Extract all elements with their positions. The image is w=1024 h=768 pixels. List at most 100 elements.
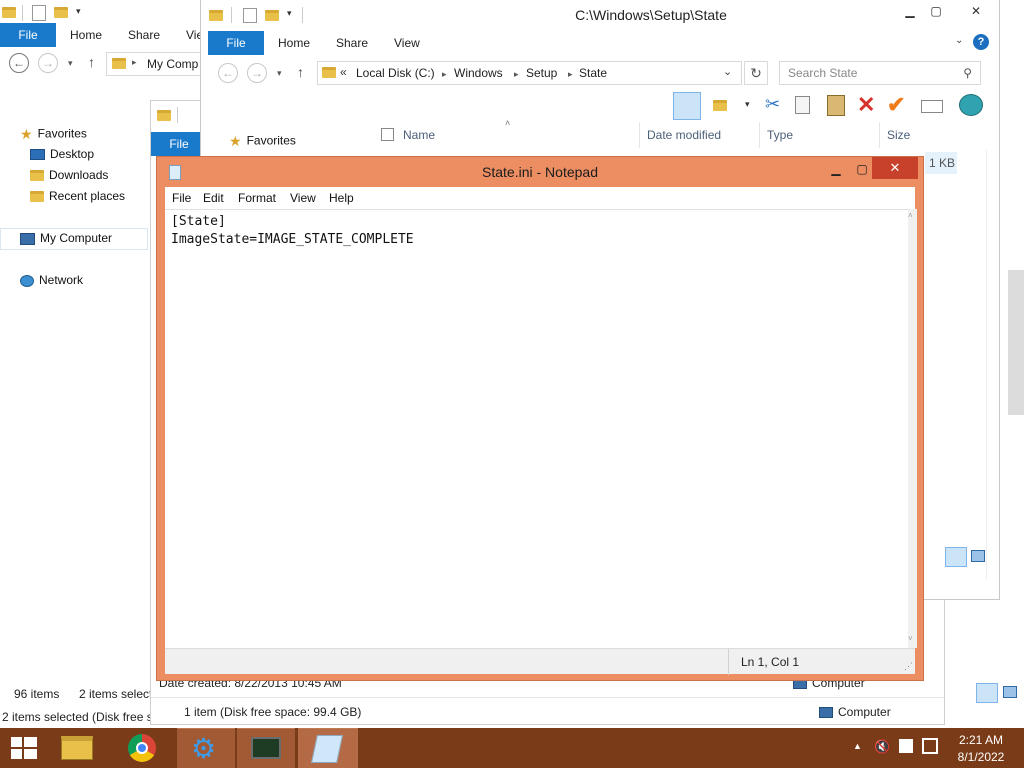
breadcrumb[interactable]: My Comp	[147, 57, 198, 71]
column-divider[interactable]	[879, 122, 880, 148]
folder-options-icon[interactable]	[713, 100, 727, 111]
large-icons-view-icon[interactable]	[1003, 686, 1017, 698]
breadcrumb-windows[interactable]: Windows	[454, 66, 503, 80]
breadcrumb-separator-icon[interactable]: ▸	[568, 69, 573, 80]
column-type[interactable]: Type	[767, 128, 793, 142]
folder-icon[interactable]	[209, 10, 223, 21]
tab-home[interactable]: Home	[278, 31, 310, 55]
column-name[interactable]: Name	[403, 128, 435, 142]
large-icons-view-icon[interactable]	[971, 550, 985, 562]
nav-recent-places[interactable]: Recent places	[30, 189, 125, 203]
new-folder-icon[interactable]	[265, 10, 279, 21]
minimize-button[interactable]: ▁	[823, 159, 849, 181]
tab-file[interactable]: File	[151, 132, 207, 156]
rename-icon[interactable]	[921, 100, 943, 113]
search-input[interactable]: Search State ⚲	[779, 61, 981, 85]
properties-icon[interactable]	[243, 8, 257, 23]
menu-edit[interactable]: Edit	[203, 191, 224, 205]
layout-pane-icon[interactable]	[673, 92, 701, 120]
scroll-down-icon[interactable]: ˅	[908, 634, 913, 643]
nav-network[interactable]: Network	[20, 273, 83, 287]
recent-locations-icon[interactable]: ▾	[68, 58, 73, 69]
resize-grip-icon[interactable]: ⋰	[904, 661, 913, 672]
network-globe-icon[interactable]	[959, 94, 983, 116]
title-bar[interactable]: ▾ C:\Windows\Setup\State ▁ ▢ ✕	[201, 0, 999, 30]
notepad-vertical-scrollbar[interactable]: ˄ ˅	[908, 209, 917, 648]
notepad-text-area[interactable]: [State] ImageState=IMAGE_STATE_COMPLETE	[165, 209, 908, 648]
copy-icon[interactable]	[795, 96, 810, 114]
folder-options-dropdown-icon[interactable]: ▾	[745, 99, 750, 110]
expand-ribbon-icon[interactable]: ⌄	[955, 35, 963, 46]
menu-file[interactable]: File	[172, 191, 191, 205]
tab-view[interactable]: View	[394, 31, 420, 55]
maximize-button[interactable]: ▢	[919, 0, 953, 22]
vertical-scrollbar[interactable]	[986, 150, 998, 580]
taskbar-task-manager[interactable]	[237, 728, 295, 768]
qat-dropdown-icon[interactable]: ▾	[287, 8, 292, 19]
column-divider[interactable]	[759, 122, 760, 148]
address-bar[interactable]: « Local Disk (C:) ▸ Windows ▸ Setup ▸ St…	[317, 61, 742, 85]
network-status-icon[interactable]	[922, 738, 938, 754]
back-button[interactable]: ←	[218, 63, 238, 83]
back-button[interactable]: ←	[9, 53, 29, 73]
select-all-checkbox[interactable]	[381, 128, 394, 141]
tab-share[interactable]: Share	[128, 23, 160, 47]
column-divider[interactable]	[639, 122, 640, 148]
checkmark-icon[interactable]: ✔	[887, 92, 905, 118]
folder-icon[interactable]	[2, 7, 16, 18]
address-dropdown-icon[interactable]: ⌄	[723, 65, 732, 78]
tab-file[interactable]: File	[208, 31, 264, 55]
folder-icon[interactable]	[157, 110, 171, 121]
breadcrumb-local-disk[interactable]: Local Disk (C:)	[356, 66, 435, 80]
refresh-icon[interactable]: ↻	[744, 61, 768, 85]
recent-locations-icon[interactable]: ▾	[277, 68, 282, 79]
menu-help[interactable]: Help	[329, 191, 354, 205]
taskbar-chrome[interactable]	[114, 728, 172, 768]
favorites-nav[interactable]: ★ Favorites	[229, 133, 296, 150]
up-icon[interactable]: ↑	[88, 54, 95, 70]
column-size[interactable]: Size	[887, 128, 910, 142]
taskbar-settings[interactable]: ⚙	[177, 728, 235, 768]
paste-icon[interactable]	[827, 95, 845, 116]
forward-button[interactable]: →	[247, 63, 267, 83]
close-button[interactable]: ✕	[872, 157, 918, 179]
nav-desktop[interactable]: Desktop	[30, 147, 94, 161]
help-icon[interactable]: ?	[973, 34, 989, 50]
taskbar-file-explorer[interactable]	[48, 728, 106, 768]
breadcrumb-setup[interactable]: Setup	[526, 66, 557, 80]
volume-muted-icon[interactable]: 🔇	[874, 739, 890, 755]
show-hidden-icons-icon[interactable]: ▲	[853, 741, 862, 751]
notepad-title-bar[interactable]: State.ini - Notepad ▁ ▢ ✕	[157, 157, 923, 187]
scroll-up-icon[interactable]: ˄	[908, 211, 913, 220]
breadcrumb-state[interactable]: State	[579, 66, 607, 80]
nav-pane-border	[0, 228, 148, 250]
delete-icon[interactable]: ✕	[857, 92, 875, 118]
tab-home[interactable]: Home	[70, 23, 102, 47]
breadcrumb-separator-icon[interactable]: ▸	[514, 69, 519, 80]
nav-favorites[interactable]: ★ Favorites	[20, 126, 87, 143]
desktop-scrollbar[interactable]	[1008, 270, 1024, 415]
taskbar-notepad[interactable]	[298, 728, 358, 768]
properties-icon[interactable]	[32, 5, 46, 21]
close-button[interactable]: ✕	[953, 0, 999, 22]
cut-icon[interactable]: ✂	[765, 94, 780, 115]
qat-dropdown-icon[interactable]: ▾	[76, 6, 81, 17]
up-icon[interactable]: ↑	[297, 64, 304, 80]
forward-button[interactable]: →	[38, 53, 58, 73]
search-icon[interactable]: ⚲	[963, 62, 972, 84]
action-center-icon[interactable]	[899, 739, 913, 753]
new-folder-icon[interactable]	[54, 7, 68, 18]
tab-file[interactable]: File	[0, 23, 56, 47]
tab-share[interactable]: Share	[336, 31, 368, 55]
details-view-icon[interactable]	[945, 547, 967, 567]
nav-downloads[interactable]: Downloads	[30, 168, 108, 182]
clock-time[interactable]: 2:21 AM	[958, 733, 1004, 747]
menu-format[interactable]: Format	[238, 191, 276, 205]
clock-date[interactable]: 8/1/2022	[956, 750, 1006, 764]
details-view-icon[interactable]	[976, 683, 998, 703]
breadcrumb-separator-icon[interactable]: ▸	[442, 69, 447, 80]
breadcrumb-overflow[interactable]: «	[340, 65, 347, 79]
menu-view[interactable]: View	[290, 191, 316, 205]
address-bar[interactable]: ▸ My Comp	[106, 52, 205, 76]
column-date-modified[interactable]: Date modified	[647, 128, 721, 142]
